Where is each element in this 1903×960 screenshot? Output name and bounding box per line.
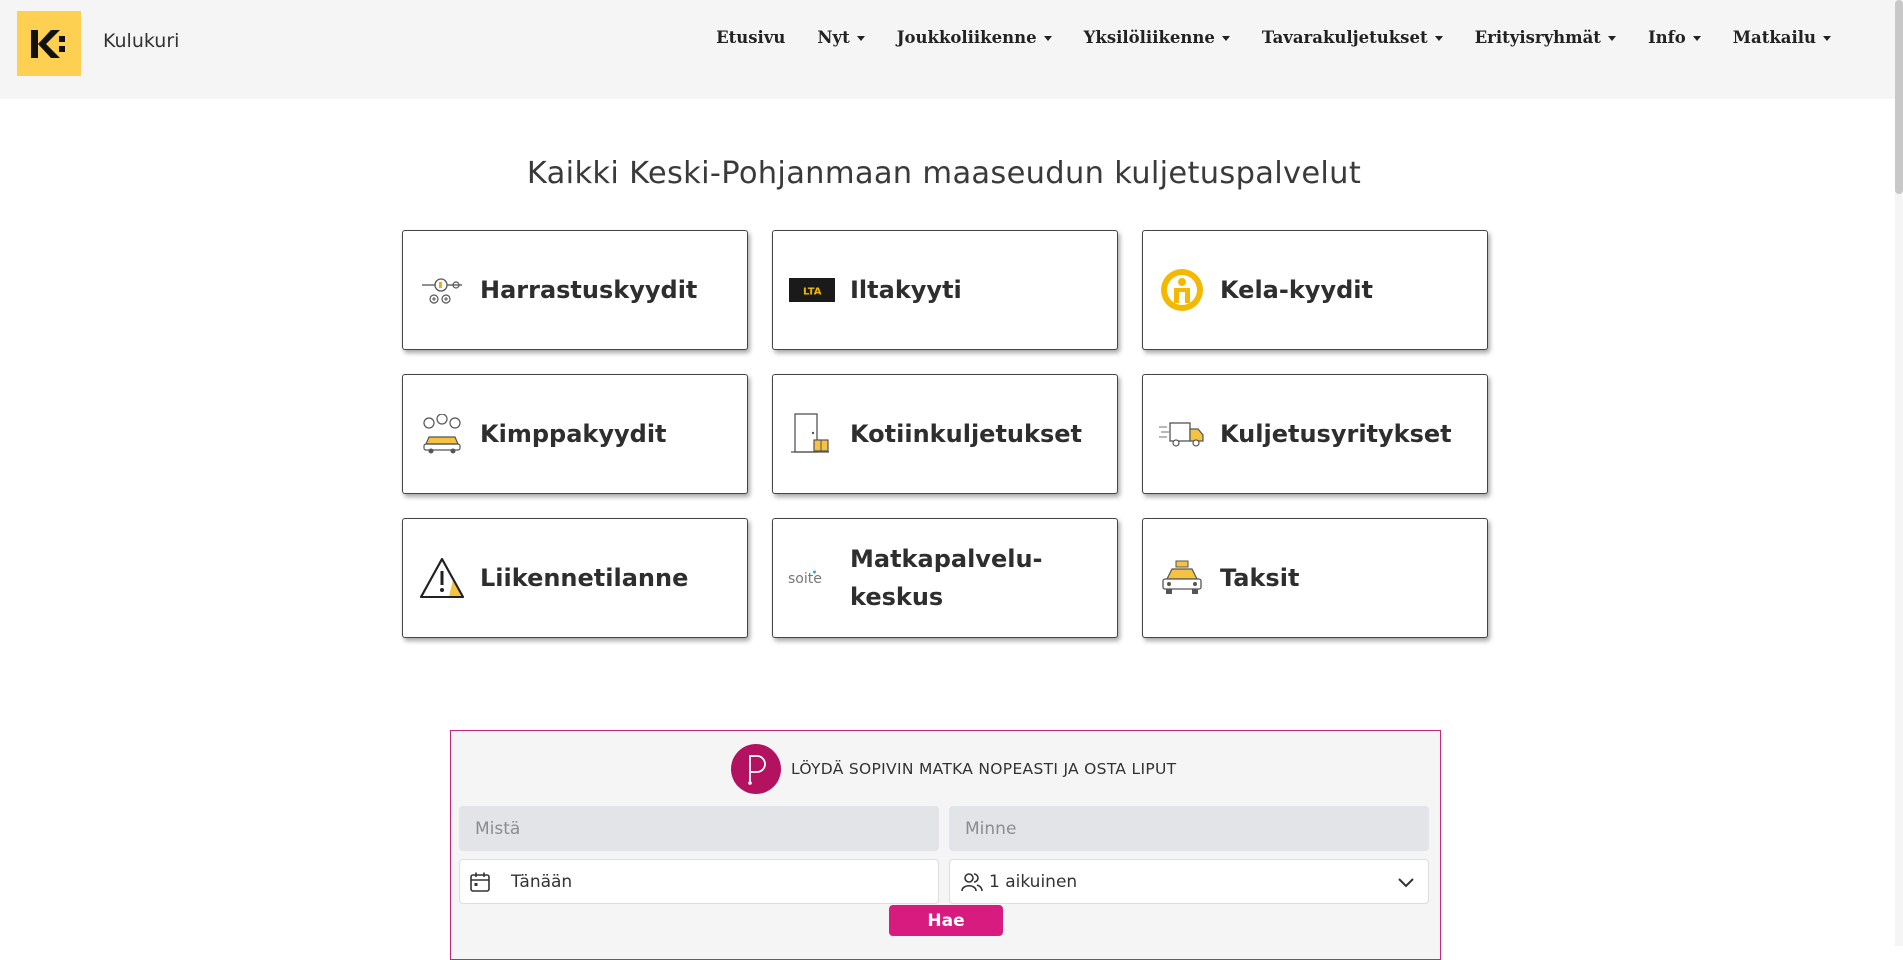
page-scrollbar[interactable] [1895,0,1903,946]
nav-label: Joukkoliikenne [896,28,1037,47]
tile-kimppakyydit[interactable]: Kimppakyydit [402,374,748,494]
people-icon [961,871,983,893]
tile-taksit[interactable]: Taksit [1142,518,1488,638]
tile-label: Kimppakyydit [480,420,667,448]
caret-down-icon [1607,35,1616,41]
journey-search-widget: LÖYDÄ SOPIVIN MATKA NOPEASTI JA OSTA LIP… [450,730,1441,960]
widget-title: LÖYDÄ SOPIVIN MATKA NOPEASTI JA OSTA LIP… [791,760,1177,778]
taxi-icon [1158,554,1206,602]
tile-kotiinkuljetukset[interactable]: Kotiinkuljetukset [772,374,1118,494]
top-navbar: Kulukuri Etusivu Nyt Joukkoliikenne Yksi… [0,0,1903,99]
nav-item-etusivu[interactable]: Etusivu [700,28,801,47]
nav-label: Info [1647,28,1686,47]
brand-name[interactable]: Kulukuri [103,30,179,52]
search-button[interactable]: Hae [889,905,1003,936]
widget-header: LÖYDÄ SOPIVIN MATKA NOPEASTI JA OSTA LIP… [731,744,1176,794]
tile-kuljetusyritykset[interactable]: Kuljetusyritykset [1142,374,1488,494]
passengers-value: 1 aikuinen [989,871,1078,892]
main-nav: Etusivu Nyt Joukkoliikenne Yksilöliikenn… [700,28,1847,47]
date-picker[interactable]: Tänään [459,859,939,904]
caret-down-icon [1823,35,1831,41]
chevron-down-icon [1396,873,1416,893]
nav-label: Yksilöliikenne [1083,28,1215,47]
nav-label: Tavarakuljetukset [1261,28,1428,47]
nav-label: Nyt [817,28,850,47]
tile-label-line2: keskus [850,583,944,611]
nav-label: Etusivu [716,28,786,47]
delivery-truck-icon [1158,410,1206,458]
page-title: Kaikki Keski-Pohjanmaan maaseudun kuljet… [526,156,1362,191]
passengers-select[interactable]: 1 aikuinen [949,859,1429,904]
tile-label-line1: Matkapalvelu- [850,545,1043,573]
calendar-icon [469,871,491,893]
to-input[interactable]: Minne [949,806,1429,851]
warning-icon [418,554,466,602]
soite-logo-icon: soite [788,554,836,602]
nav-label: Erityisryhmät [1474,28,1601,47]
tile-label: Iltakyyti [850,276,962,304]
nav-item-joukkoliikenne[interactable]: Joukkoliikenne [881,28,1068,47]
scrollbar-thumb[interactable] [1895,0,1903,194]
nav-item-matkailu[interactable]: Matkailu [1717,28,1847,47]
tile-liikennetilanne[interactable]: Liikennetilanne [402,518,748,638]
tile-label: Taksit [1220,564,1300,592]
tile-label: Liikennetilanne [480,564,689,592]
tile-label: Kuljetusyritykset [1220,420,1452,448]
kela-icon [1158,266,1206,314]
soite-logo-text: soite [788,571,822,587]
caret-down-icon [1692,35,1701,41]
bicycle-music-icon [418,266,466,314]
carpool-icon [418,410,466,458]
nav-label: Matkailu [1732,28,1816,47]
lta-logo-text: LTA [803,287,822,298]
tile-matkapalvelukeskus[interactable]: soite Matkapalvelu- keskus [772,518,1118,638]
tile-label: Kotiinkuljetukset [850,420,1083,448]
tile-harrastuskyydit[interactable]: Harrastuskyydit [402,230,748,350]
nav-item-erityisryhmat[interactable]: Erityisryhmät [1459,28,1632,47]
caret-down-icon [856,35,865,41]
from-input[interactable]: Mistä [459,806,939,851]
nav-item-yksiloliikenne[interactable]: Yksilöliikenne [1068,28,1246,47]
nav-item-nyt[interactable]: Nyt [801,28,880,47]
kulukuri-logo[interactable] [17,11,81,76]
nav-item-tavarakuljetukset[interactable]: Tavarakuljetukset [1246,28,1459,47]
tile-iltakyyti[interactable]: LTA Iltakyyti [772,230,1118,350]
date-value: Tänään [511,871,573,892]
kulukuri-logo-icon [31,29,65,58]
tile-label: Harrastuskyydit [480,276,698,304]
nav-item-info[interactable]: Info [1632,28,1717,47]
caret-down-icon [1221,35,1230,41]
tile-kela-kyydit[interactable]: Kela-kyydit [1142,230,1488,350]
p-logo-icon [731,744,781,794]
caret-down-icon [1434,35,1443,41]
door-package-icon [788,410,836,458]
lta-logo-icon: LTA [788,266,836,314]
caret-down-icon [1043,35,1052,41]
tile-label-group: Matkapalvelu- keskus [850,540,1043,616]
tile-label: Kela-kyydit [1220,276,1373,304]
